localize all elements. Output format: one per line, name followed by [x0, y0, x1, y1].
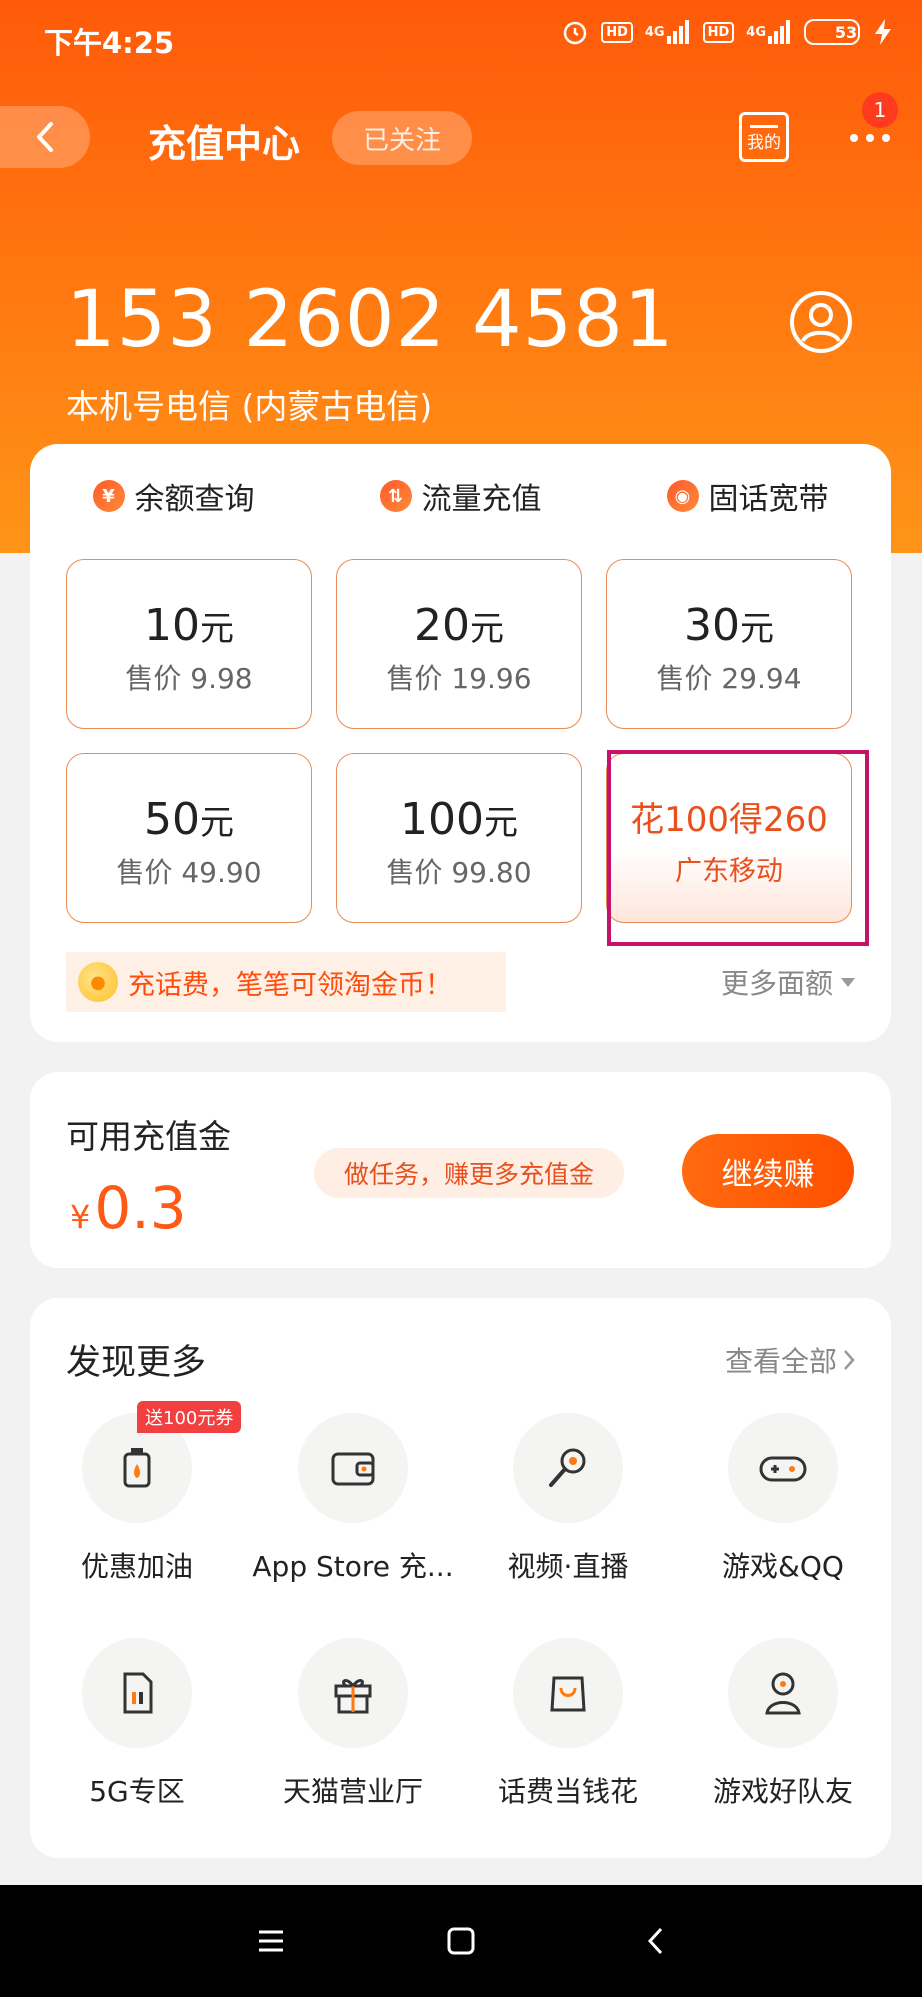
discover-item-teammate[interactable]: 游戏好队友	[678, 1638, 888, 1810]
back-nav-button[interactable]	[636, 1921, 676, 1961]
amount-option-20[interactable]: 20元 售价 19.96	[336, 559, 582, 729]
gamepad-icon	[728, 1413, 838, 1523]
user-icon	[790, 291, 852, 353]
more-amounts-button[interactable]: 更多面额	[721, 962, 855, 1002]
home-nav-button[interactable]	[441, 1921, 481, 1961]
system-nav-bar	[0, 1885, 922, 1997]
phone-number: 153 2602 4581	[66, 275, 675, 365]
carrier-label: 本机号电信 (内蒙古电信)	[66, 387, 433, 426]
charging-icon	[872, 18, 894, 46]
tab-data-recharge[interactable]: ⇅ 流量充值	[317, 474, 604, 518]
status-icons: HD 4G HD 4G 53	[561, 18, 894, 46]
recharge-card: ¥ 余额查询 ⇅ 流量充值 ◉ 固话宽带 10元 售价 9.98 20元 售价 …	[30, 444, 891, 1042]
balance-card: 可用充值金 ¥0.3 做任务，赚更多充值金 继续赚	[30, 1072, 891, 1268]
coupon-tag: 送100元券	[137, 1401, 242, 1433]
status-bar: 下午4:25 HD 4G HD 4G 53	[0, 0, 922, 78]
discover-item-games-qq[interactable]: 游戏&QQ	[678, 1413, 888, 1585]
continue-earn-button[interactable]: 继续赚	[682, 1134, 854, 1208]
wallet-icon	[298, 1413, 408, 1523]
tab-broadband[interactable]: ◉ 固话宽带	[604, 474, 891, 518]
discover-title: 发现更多	[66, 1343, 207, 1383]
square-icon	[447, 1927, 475, 1955]
task-hint[interactable]: 做任务，赚更多充值金	[314, 1148, 624, 1198]
discover-card: 发现更多 查看全部 优惠加油 送100元券 App Store 充... 视频·…	[30, 1298, 891, 1858]
discover-item-5g[interactable]: 5G专区	[32, 1638, 242, 1810]
yen-icon: ¥	[92, 480, 125, 512]
sim-card-icon	[82, 1638, 192, 1748]
coin-icon: ●	[78, 962, 118, 1002]
coin-banner[interactable]: ● 充话费，笔笔可领淘金币！	[66, 952, 506, 1012]
alarm-icon	[561, 18, 589, 46]
notification-badge: 1	[862, 92, 898, 128]
view-all-link[interactable]: 查看全部	[725, 1340, 855, 1380]
wifi-icon: ◉	[666, 480, 699, 512]
amount-option-100[interactable]: 100元 售价 99.80	[336, 753, 582, 923]
page-title: 充值中心	[148, 122, 301, 166]
shopping-bag-icon	[513, 1638, 623, 1748]
caret-down-icon	[841, 977, 855, 987]
discover-item-credit[interactable]: 话费当钱花	[463, 1638, 673, 1810]
amount-option-10[interactable]: 10元 售价 9.98	[66, 559, 312, 729]
hd-icon: HD	[601, 21, 633, 43]
back-button[interactable]	[0, 106, 90, 168]
amount-option-50[interactable]: 50元 售价 49.90	[66, 753, 312, 923]
hd-icon: HD	[702, 21, 735, 43]
amount-option-30[interactable]: 30元 售价 29.94	[606, 559, 852, 729]
chevron-left-icon	[37, 122, 53, 152]
follow-button[interactable]: 已关注	[332, 111, 472, 165]
microphone-icon	[513, 1413, 623, 1523]
my-button[interactable]: 我的	[739, 112, 789, 162]
tab-balance-query[interactable]: ¥ 余额查询	[30, 474, 317, 518]
gift-icon	[298, 1638, 408, 1748]
discover-item-tmall[interactable]: 天猫营业厅	[248, 1638, 458, 1810]
highlight-box	[607, 750, 869, 946]
discover-item-fuel[interactable]: 优惠加油 送100元券	[32, 1401, 242, 1585]
menu-nav-button[interactable]	[251, 1921, 291, 1961]
battery-icon: 53	[804, 19, 860, 45]
chevron-left-icon	[647, 1927, 663, 1955]
menu-icon	[259, 1930, 283, 1952]
signal-icon: 4G	[746, 20, 792, 44]
discover-item-video[interactable]: 视频·直播	[463, 1413, 673, 1585]
person-icon	[728, 1638, 838, 1748]
balance-label: 可用充值金	[66, 1117, 231, 1156]
quick-tabs: ¥ 余额查询 ⇅ 流量充值 ◉ 固话宽带	[30, 474, 891, 518]
discover-item-appstore[interactable]: App Store 充...	[248, 1413, 458, 1585]
chevron-right-icon	[844, 1350, 855, 1370]
balance-value: ¥0.3	[70, 1174, 187, 1242]
contacts-button[interactable]	[789, 290, 853, 354]
status-time: 下午4:25	[44, 26, 175, 60]
data-icon: ⇅	[379, 480, 412, 512]
signal-icon: 4G	[645, 20, 691, 44]
